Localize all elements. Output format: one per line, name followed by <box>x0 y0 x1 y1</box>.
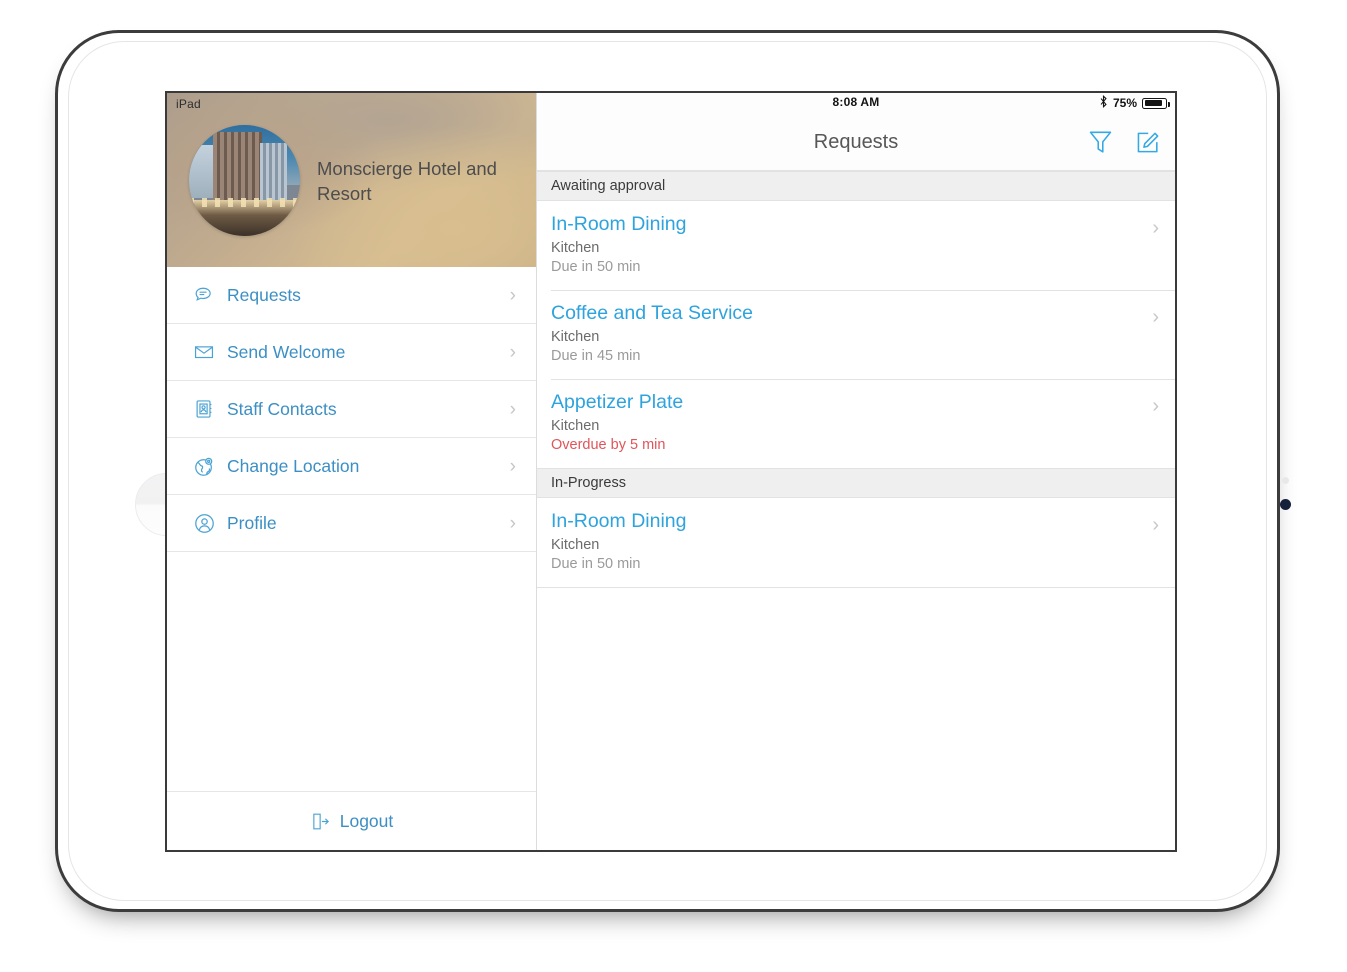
navbar-actions <box>1088 129 1161 156</box>
hotel-identity: Monscierge Hotel and Resort <box>189 125 507 236</box>
sidebar-item-label: Send Welcome <box>227 341 346 362</box>
ambient-light-sensor <box>1282 477 1289 484</box>
request-title: In-Room Dining <box>551 213 687 235</box>
bluetooth-icon <box>1099 95 1108 111</box>
chevron-right-icon: › <box>1152 514 1159 536</box>
chevron-right-icon: › <box>1152 306 1159 328</box>
main-panel: 8:08 AM 75% Requests Awaiting approval I… <box>537 93 1175 850</box>
chevron-right-icon: › <box>509 512 516 534</box>
sidebar-item-label: Change Location <box>227 455 360 476</box>
request-list: Awaiting approval In-Room Dining Kitchen… <box>537 171 1175 850</box>
status-indicators: 75% <box>1099 95 1170 111</box>
logout-label: Logout <box>339 810 394 831</box>
sidebar-item-requests[interactable]: Requests › <box>167 267 536 324</box>
request-title: Appetizer Plate <box>551 391 684 413</box>
navigation-bar: Requests <box>537 114 1175 171</box>
sidebar-item-staff-contacts[interactable]: Staff Contacts › <box>167 381 536 438</box>
chevron-right-icon: › <box>509 398 516 420</box>
hotel-header: iPad Monscierge Hotel and Resort <box>167 93 536 267</box>
chevron-right-icon: › <box>509 341 516 363</box>
request-department: Kitchen <box>551 329 600 345</box>
chat-bubble-icon <box>191 282 217 308</box>
address-book-icon <box>191 396 217 422</box>
sidebar-item-label: Requests <box>227 284 301 305</box>
request-department: Kitchen <box>551 240 600 256</box>
front-camera <box>1280 499 1291 510</box>
chevron-right-icon: › <box>509 455 516 477</box>
request-department: Kitchen <box>551 418 600 434</box>
sidebar-spacer <box>167 552 536 792</box>
sidebar-item-label: Staff Contacts <box>227 398 337 419</box>
request-due: Due in 50 min <box>551 556 641 572</box>
page-title: Requests <box>813 130 899 153</box>
request-row[interactable]: In-Room Dining Kitchen Due in 50 min › <box>537 201 1175 290</box>
request-title: In-Room Dining <box>551 510 687 532</box>
hotel-building-photo <box>189 125 300 236</box>
status-time: 8:08 AM <box>832 95 880 109</box>
sidebar-item-change-location[interactable]: Change Location › <box>167 438 536 495</box>
request-row[interactable]: Appetizer Plate Kitchen Overdue by 5 min… <box>537 379 1175 468</box>
request-row[interactable]: Coffee and Tea Service Kitchen Due in 45… <box>537 290 1175 379</box>
envelope-icon <box>191 339 217 365</box>
chevron-right-icon: › <box>1152 395 1159 417</box>
request-due: Due in 45 min <box>551 348 641 364</box>
status-bar: 8:08 AM 75% <box>537 93 1175 114</box>
request-due: Due in 50 min <box>551 259 641 275</box>
section-header: Awaiting approval <box>537 171 1175 201</box>
person-circle-icon <box>191 510 217 536</box>
sidebar-menu: Requests › Send Welcome › Staff Contacts… <box>167 267 536 552</box>
sidebar-item-label: Profile <box>227 512 277 533</box>
ipad-status-label: iPad <box>176 97 201 111</box>
list-end-divider <box>537 587 1175 588</box>
compose-edit-icon[interactable] <box>1135 129 1161 156</box>
battery-icon <box>1142 97 1170 109</box>
sidebar: iPad Monscierge Hotel and Resort Request… <box>167 93 537 850</box>
battery-percent: 75% <box>1112 96 1137 110</box>
request-row[interactable]: In-Room Dining Kitchen Due in 50 min › <box>537 498 1175 587</box>
sidebar-item-send-welcome[interactable]: Send Welcome › <box>167 324 536 381</box>
chevron-right-icon: › <box>509 284 516 306</box>
ipad-screen: iPad Monscierge Hotel and Resort Request… <box>165 91 1177 852</box>
section-header: In-Progress <box>537 468 1175 498</box>
logout-icon <box>310 810 332 832</box>
hotel-name: Monscierge Hotel and Resort <box>317 157 497 204</box>
globe-pin-icon <box>191 453 217 479</box>
request-title: Coffee and Tea Service <box>551 302 753 324</box>
request-due-overdue: Overdue by 5 min <box>551 437 666 453</box>
sidebar-item-profile[interactable]: Profile › <box>167 495 536 552</box>
filter-funnel-icon[interactable] <box>1088 129 1113 156</box>
chevron-right-icon: › <box>1152 217 1159 239</box>
logout-button[interactable]: Logout <box>167 792 536 850</box>
request-department: Kitchen <box>551 537 600 553</box>
